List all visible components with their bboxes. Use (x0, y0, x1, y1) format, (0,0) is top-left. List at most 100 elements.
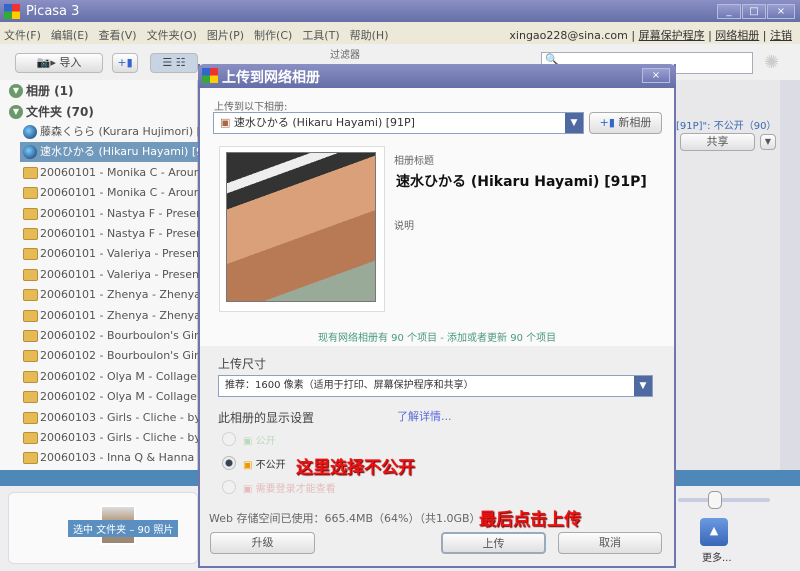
folder-icon (23, 432, 38, 444)
folder-list-item[interactable]: 20060101 - Monika C - Around (20, 163, 198, 183)
upgrade-button[interactable]: 升级 (210, 532, 315, 554)
description-label: 说明 (394, 221, 414, 232)
folder-label: 20060102 - Bourboulon's Girls (40, 349, 198, 363)
folder-label: 20060101 - Monika C - Around (40, 186, 198, 200)
folder-list-item[interactable]: 20060101 - Valeriya - Presentin (20, 265, 198, 285)
upload-summary: 现有网络相册有 90 个项目 - 添加或者更新 90 个项目 (318, 333, 557, 344)
menu-file[interactable]: 文件(F) (4, 29, 41, 42)
scrollbar[interactable] (780, 80, 800, 470)
share-button[interactable]: 共享 (680, 133, 755, 151)
import-button[interactable]: 📷▸ 导入 (15, 53, 103, 73)
menu-tools[interactable]: 工具(T) (302, 29, 339, 42)
radio-private[interactable] (222, 456, 236, 470)
title-bar: Picasa 3 (0, 0, 800, 22)
folder-list-item[interactable]: 20060101 - Valeriya - Presentin (20, 244, 198, 264)
more-label: 更多... (702, 553, 732, 564)
dialog-close-button[interactable]: × (642, 68, 670, 83)
folders-header[interactable]: ▼ 文件夹 (70) (6, 102, 94, 122)
menu-edit[interactable]: 编辑(E) (51, 29, 89, 42)
key-icon: ▣ (243, 484, 256, 495)
folder-label: 20060103 - Girls - Cliche - by C (40, 410, 198, 424)
folder-label: 藤森くらら (Kurara Hujimori) [1 (40, 125, 198, 138)
folder-label: 20060102 - Olya M - Collage - (40, 390, 198, 404)
upload-size-select[interactable]: 推荐：1600 像素（适用于打印、屏幕保护程序和共享） ▼ (218, 375, 653, 397)
private-option: ▣ 不公开 (243, 460, 286, 471)
expand-icon: ▼ (9, 84, 23, 98)
folder-list-item[interactable]: 20060102 - Bourboulon's Girls (20, 346, 198, 366)
web-albums-link[interactable]: 网络相册 (715, 29, 759, 42)
folder-list-item[interactable]: 20060101 - Zhenya - Zhenya - (20, 285, 198, 305)
radio-public[interactable] (222, 432, 236, 446)
loading-spinner-icon: ✺ (764, 52, 780, 73)
albums-header[interactable]: ▼ 相册 (1) (6, 81, 74, 101)
lock-icon: ▣ (243, 460, 256, 471)
folder-label: 20060103 - Inna Q & Hanna B (40, 451, 198, 465)
folder-label: 20060101 - Nastya F - Present (40, 206, 198, 220)
folder-icon (23, 452, 38, 465)
folder-list-item[interactable]: 20060101 - Monika C - Around (20, 183, 198, 203)
folder-label: 20060102 - Olya M - Collage - (40, 369, 198, 383)
upload-button[interactable]: 上传 (441, 532, 546, 554)
folder-icon (23, 330, 38, 342)
folder-list-item[interactable]: 20060102 - Olya M - Collage - (20, 367, 198, 387)
folder-icon (23, 350, 38, 363)
folder-list-item[interactable]: 20060103 - Girls - Cliche - by C (20, 428, 198, 448)
radio-login-required[interactable] (222, 480, 236, 494)
folder-label: 20060103 - Girls - Cliche - by C (40, 431, 198, 444)
folder-list-item[interactable]: 20060102 - Olya M - Collage - (20, 387, 198, 407)
folder-label: 速水ひかる (Hikaru Hayami) [90 (40, 145, 198, 159)
cancel-button[interactable]: 取消 (558, 532, 662, 554)
add-album-button[interactable]: +▮ (112, 53, 138, 73)
folder-icon (23, 228, 38, 240)
new-album-button[interactable]: +▮ 新相册 (589, 112, 662, 134)
learn-more-link[interactable]: 了解详情... (397, 408, 452, 424)
folder-icon (23, 166, 38, 179)
folder-list-item[interactable]: 20060101 - Zhenya - Zhenya - (20, 306, 198, 326)
album-title-input[interactable]: 速水ひかる (Hikaru Hayami) [91P] (396, 171, 647, 191)
menu-help[interactable]: 帮助(H) (350, 29, 389, 42)
folder-label: 20060101 - Valeriya - Presentin (40, 247, 198, 261)
storage-usage: Web 存储空间已使用：665.4MB（64%）（共1.0GB） (209, 512, 481, 525)
logout-link[interactable]: 注销 (770, 29, 792, 42)
picasa-logo-icon (202, 68, 218, 83)
folder-list-item[interactable]: 20060102 - Bourboulon's Girls (20, 326, 198, 346)
more-button[interactable]: ▲ (700, 518, 728, 546)
album-select[interactable]: ▣ 速水ひかる (Hikaru Hayami) [91P] ▼ (213, 112, 584, 134)
globe-icon: ▣ (243, 436, 256, 447)
menu-picture[interactable]: 图片(P) (207, 29, 244, 42)
folder-icon (23, 411, 38, 424)
folder-label: 20060101 - Monika C - Around (40, 165, 198, 179)
album-title-label: 相册标题 (394, 156, 434, 167)
folder-list-item[interactable]: 20060101 - Nastya F - Present (20, 224, 198, 244)
folder-list-item[interactable]: 速水ひかる (Hikaru Hayami) [90 (20, 142, 198, 163)
folder-list-item[interactable]: 20060101 - Nastya F - Present (20, 204, 198, 224)
folder-label: 20060102 - Bourboulon's Girls (40, 329, 198, 342)
upload-size-label: 上传尺寸 (218, 357, 267, 371)
zoom-slider[interactable] (678, 498, 770, 502)
web-album-icon (23, 145, 37, 160)
annotation-click-upload: 最后点击上传 (479, 510, 581, 530)
picasa-logo-icon (4, 4, 20, 19)
selection-label: 选中 文件夹 – 90 照片 (68, 520, 179, 537)
public-option: ▣ 公开 (243, 436, 276, 447)
chevron-down-icon: ▼ (634, 376, 652, 396)
folder-list-item[interactable]: 20060103 - Girls - Cliche - by C (20, 408, 198, 428)
maximize-button[interactable]: □ (742, 4, 766, 19)
share-menu-button[interactable]: ▼ (760, 134, 776, 150)
upload-to-label: 上传到以下相册: (214, 102, 288, 113)
login-required-option: ▣ 需要登录才能查看 (243, 484, 336, 495)
folder-list-item[interactable]: 20060103 - Inna Q & Hanna B (20, 448, 198, 468)
view-list-button[interactable]: ☰ ☷ (150, 53, 198, 73)
account-email: xingao228@sina.com (509, 29, 628, 42)
screensaver-link[interactable]: 屏幕保护程序 (639, 29, 705, 42)
close-button[interactable]: × (767, 4, 795, 19)
expand-icon: ▼ (9, 105, 23, 119)
dialog-title: 上传到网络相册 (198, 64, 676, 88)
folder-list-item[interactable]: 藤森くらら (Kurara Hujimori) [1 (20, 122, 198, 142)
menu-view[interactable]: 查看(V) (98, 29, 136, 42)
menu-create[interactable]: 制作(C) (254, 29, 292, 42)
minimize-button[interactable]: _ (717, 4, 741, 19)
zoom-slider-handle[interactable] (708, 491, 722, 509)
app-title: Picasa 3 (26, 4, 80, 19)
menu-folder[interactable]: 文件夹(O) (147, 29, 197, 42)
